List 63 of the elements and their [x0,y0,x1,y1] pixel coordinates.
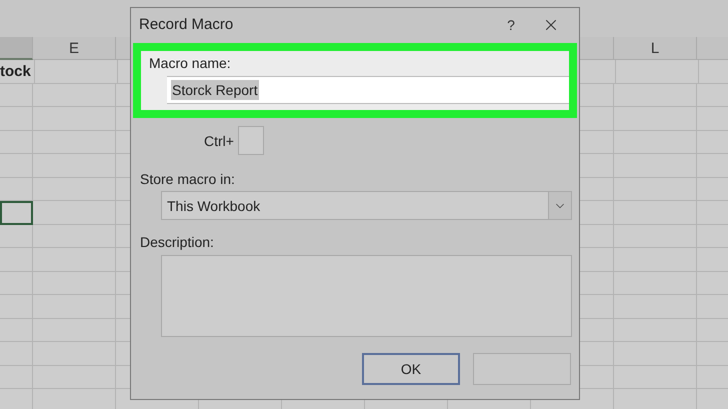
spreadsheet-cell[interactable] [33,107,116,130]
spreadsheet-cell[interactable] [614,154,697,178]
column-header[interactable]: E [33,37,116,60]
field-label: Description: [140,234,215,250]
spreadsheet-cell[interactable] [33,366,116,389]
spreadsheet-cell[interactable] [33,295,116,318]
spreadsheet-cell[interactable] [33,154,116,178]
spreadsheet-cell[interactable]: tock [0,60,35,84]
spreadsheet-cell[interactable] [614,201,697,224]
spreadsheet-cell[interactable] [614,272,697,295]
spreadsheet-cell[interactable] [614,107,697,130]
spreadsheet-cell[interactable] [33,248,116,272]
spreadsheet-cell[interactable] [614,130,697,154]
spreadsheet-cell[interactable] [0,154,33,178]
spreadsheet-cell[interactable] [33,201,116,224]
spreadsheet-cell[interactable] [33,318,116,342]
field-label: Ctrl+ [204,132,234,148]
spreadsheet-cell[interactable] [614,178,697,201]
field-label: Store macro in: [140,171,236,187]
spreadsheet-cell[interactable] [0,366,33,389]
dropdown-value: This Workbook [166,196,262,216]
column-header[interactable] [0,37,33,60]
description-field[interactable] [161,255,572,337]
spreadsheet-cell[interactable] [33,130,116,154]
spreadsheet-cell[interactable] [33,178,116,201]
dropdown-button[interactable] [548,192,571,219]
field-value: Storck Report [171,80,259,100]
spreadsheet-cell[interactable] [33,224,116,248]
help-button[interactable]: ? [491,16,531,32]
spreadsheet-cell[interactable] [0,248,33,272]
spreadsheet-cell[interactable] [614,366,697,389]
spreadsheet-cell[interactable] [0,130,33,154]
spreadsheet-cell[interactable] [33,342,116,366]
spreadsheet-cell[interactable] [0,84,33,107]
spreadsheet-cell[interactable] [614,295,697,318]
spreadsheet-cell[interactable] [0,342,33,366]
spreadsheet-cell[interactable] [33,272,116,295]
store-macro-dropdown[interactable]: This Workbook [161,191,572,220]
field-label: Macro name: [149,55,232,71]
spreadsheet-cell[interactable] [33,389,116,409]
spreadsheet-cell[interactable] [614,318,697,342]
spreadsheet-cell[interactable] [614,248,697,272]
spreadsheet-cell[interactable] [0,295,33,318]
spreadsheet-cell[interactable] [0,201,33,224]
shortcut-key-field[interactable] [238,126,264,155]
spreadsheet-cell[interactable] [0,224,33,248]
spreadsheet-cell[interactable] [33,84,116,107]
macro-name-field[interactable]: Storck Report [167,76,569,104]
dialog-button[interactable] [473,353,571,385]
dialog-button[interactable]: OK [362,353,460,385]
spreadsheet-cell[interactable] [0,107,33,130]
spreadsheet-cell[interactable] [0,389,33,409]
column-header[interactable]: L [614,37,697,60]
spreadsheet-cell[interactable] [614,389,697,409]
spreadsheet-cell[interactable] [34,60,118,84]
spreadsheet-cell[interactable] [0,272,33,295]
spreadsheet-cell[interactable] [614,84,697,107]
spreadsheet-cell[interactable] [0,318,33,342]
spreadsheet-cell[interactable] [0,178,33,201]
spreadsheet-cell[interactable] [614,342,697,366]
spreadsheet-cell[interactable] [616,60,699,84]
dialog-title: Record Macro [139,16,234,33]
spreadsheet-cell[interactable] [614,224,697,248]
